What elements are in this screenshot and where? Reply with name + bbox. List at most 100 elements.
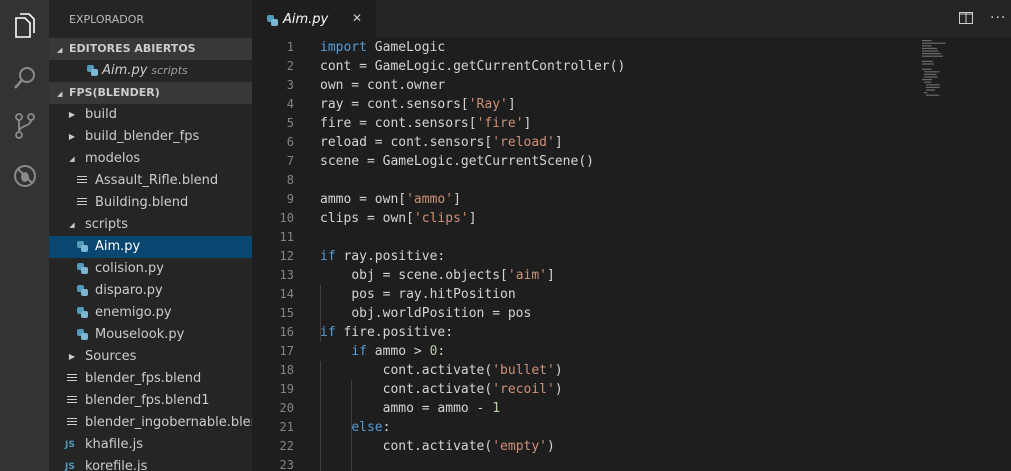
split-editor-icon[interactable] [959, 12, 973, 28]
blend-file-icon [77, 198, 87, 207]
code-line: obj.worldPosition = pos [351, 306, 532, 321]
python-file-icon [76, 307, 88, 318]
tree-item-label: khafile.js [85, 437, 144, 452]
tree-file[interactable]: disparo.py [49, 280, 252, 302]
tree-file[interactable]: enemigo.py [49, 302, 252, 324]
tree-item-label: Assault_Rifle.blend [95, 173, 219, 188]
file-type-icon [65, 412, 79, 434]
tree-folder[interactable]: ◢ modelos [49, 148, 252, 170]
line-number: 4 [286, 97, 294, 111]
minimap-line [926, 86, 940, 88]
minimap-line [926, 94, 940, 96]
blend-file-icon [67, 374, 77, 383]
python-file-icon [87, 65, 98, 76]
file-type-icon [75, 302, 89, 324]
code-line: if ammo > 0: [351, 344, 446, 359]
open-editor-name: Aim.py [102, 63, 148, 78]
python-file-icon [76, 241, 88, 252]
files-icon[interactable] [9, 10, 40, 41]
blend-file-icon [67, 418, 77, 427]
js-file-icon: JS [65, 462, 75, 471]
tree-file[interactable]: Assault_Rifle.blend [49, 170, 252, 192]
code-line: clips = own['clips'] [320, 211, 477, 226]
source-control-icon[interactable] [9, 110, 40, 141]
open-editors-label: EDITORES ABIERTOS [69, 42, 196, 55]
tree-folder[interactable]: ▶ build_blender_fps [49, 126, 252, 148]
minimap-line [922, 68, 932, 70]
line-number: 15 [279, 306, 294, 320]
minimap-line [922, 63, 934, 65]
open-editor-hint: scripts [151, 64, 188, 77]
code-line: ammo = ammo - 1 [382, 401, 501, 416]
tree-folder[interactable]: ▶ build [49, 104, 252, 126]
tree-file[interactable]: JS korefile.js [49, 456, 252, 471]
file-type-icon [75, 236, 89, 258]
tree-folder[interactable]: ▶ Sources [49, 346, 252, 368]
code-line: if fire.positive: [320, 325, 454, 340]
code-line: pos = ray.hitPosition [351, 287, 516, 302]
tree-file[interactable]: blender_ingobernable.blend [49, 412, 252, 434]
code-line: cont.activate('bullet') [382, 363, 563, 378]
tree-file[interactable]: blender_fps.blend1 [49, 390, 252, 412]
minimap[interactable] [922, 38, 982, 108]
code-line: cont.activate('recoil') [382, 382, 563, 397]
minimap-line [924, 92, 927, 94]
tree-folder[interactable]: ◢ scripts [49, 214, 252, 236]
file-type-icon [75, 192, 89, 214]
chevron-right-icon: ▶ [68, 132, 76, 141]
chevron-right-icon: ▶ [68, 352, 76, 361]
line-number: 21 [279, 420, 294, 434]
file-type-icon [75, 170, 89, 192]
minimap-line [922, 79, 933, 81]
tree-file[interactable]: blender_fps.blend [49, 368, 252, 390]
minimap-line [922, 40, 932, 42]
line-number: 13 [279, 268, 294, 282]
code-line: cont = GameLogic.getCurrentController() [320, 59, 626, 74]
tab-bar: Aim.py ✕ ··· [252, 0, 1011, 39]
debug-icon[interactable] [9, 160, 40, 191]
open-editors-header[interactable]: ◢ EDITORES ABIERTOS [49, 38, 252, 60]
tree-item-label: blender_fps.blend1 [85, 393, 210, 408]
tree-item-label: Mouselook.py [95, 327, 185, 342]
chevron-down-icon: ◢ [69, 155, 75, 163]
tree-file[interactable]: Aim.py [49, 236, 252, 258]
code-line: if ray.positive: [320, 249, 446, 264]
tree-file[interactable]: JS khafile.js [49, 434, 252, 456]
minimap-line [922, 45, 932, 47]
minimap-line [922, 55, 943, 57]
code-line: cont.activate('empty') [382, 439, 555, 454]
close-icon[interactable]: ✕ [352, 11, 362, 25]
minimap-line [924, 71, 940, 73]
tree-file[interactable]: Building.blend [49, 192, 252, 214]
code-editor[interactable]: 1 2 3 4 5 6 7 8 9 10 11 12 13 14 15 16 17 18 19 20 21 22 23 im… [252, 38, 1011, 471]
minimap-line [922, 50, 939, 52]
file-type-icon [65, 390, 79, 412]
project-header[interactable]: ◢ FPS(BLENDER) [49, 82, 252, 104]
tree-item-label: Building.blend [95, 195, 189, 210]
minimap-line [924, 81, 932, 83]
tree-file[interactable]: colision.py [49, 258, 252, 280]
line-number: 19 [279, 382, 294, 396]
minimap-line [922, 42, 946, 44]
line-number: 18 [279, 363, 294, 377]
file-type-icon [75, 258, 89, 280]
line-number: 9 [286, 192, 294, 206]
code-area[interactable]: import GameLogic cont = GameLogic.getCurr… [320, 38, 625, 471]
file-type-icon [65, 368, 79, 390]
minimap-line [926, 84, 940, 86]
search-icon[interactable] [9, 62, 40, 93]
open-editor-item[interactable]: Aim.py scripts [49, 60, 252, 82]
line-number: 6 [286, 135, 294, 149]
line-number: 16 [279, 325, 294, 339]
tree-item-label: blender_fps.blend [85, 371, 202, 386]
tree-item-label: disparo.py [95, 283, 163, 298]
more-actions-icon[interactable]: ··· [990, 10, 1006, 26]
blend-file-icon [67, 396, 77, 405]
tree-file[interactable]: Mouselook.py [49, 324, 252, 346]
chevron-down-icon: ◢ [57, 46, 63, 54]
file-type-icon [75, 280, 89, 302]
code-line: ray = cont.sensors['Ray'] [320, 97, 516, 112]
code-line: fire = cont.sensors['fire'] [320, 116, 532, 131]
code-line: scene = GameLogic.getCurrentScene() [320, 154, 594, 169]
tab-aim-py[interactable]: Aim.py ✕ [252, 0, 376, 39]
